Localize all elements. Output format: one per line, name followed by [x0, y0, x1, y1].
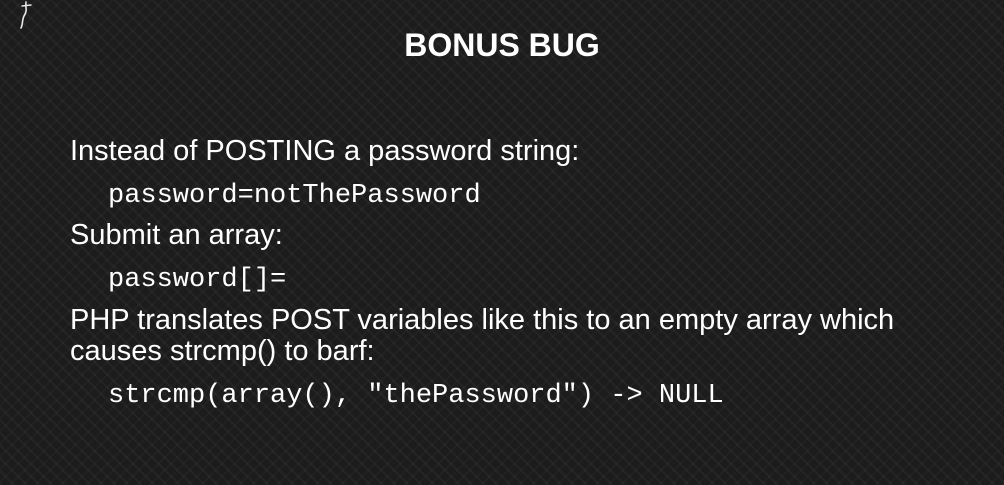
code-password-array: password[]=	[108, 265, 287, 295]
instruction-array-text: Submit an array:	[70, 219, 283, 251]
slide-title: BONUS BUG	[404, 27, 600, 63]
php-explanation-text: PHP translates POST variables like this …	[70, 304, 895, 367]
instruction-posting-text: Instead of POSTING a password string:	[70, 135, 580, 167]
slide-content: Instead of POSTING a password string: pa…	[70, 136, 970, 412]
code-strcmp-null: strcmp(array(), "thePassword") -> NULL	[108, 381, 724, 411]
code-password-string: password=notThePassword	[108, 181, 481, 211]
